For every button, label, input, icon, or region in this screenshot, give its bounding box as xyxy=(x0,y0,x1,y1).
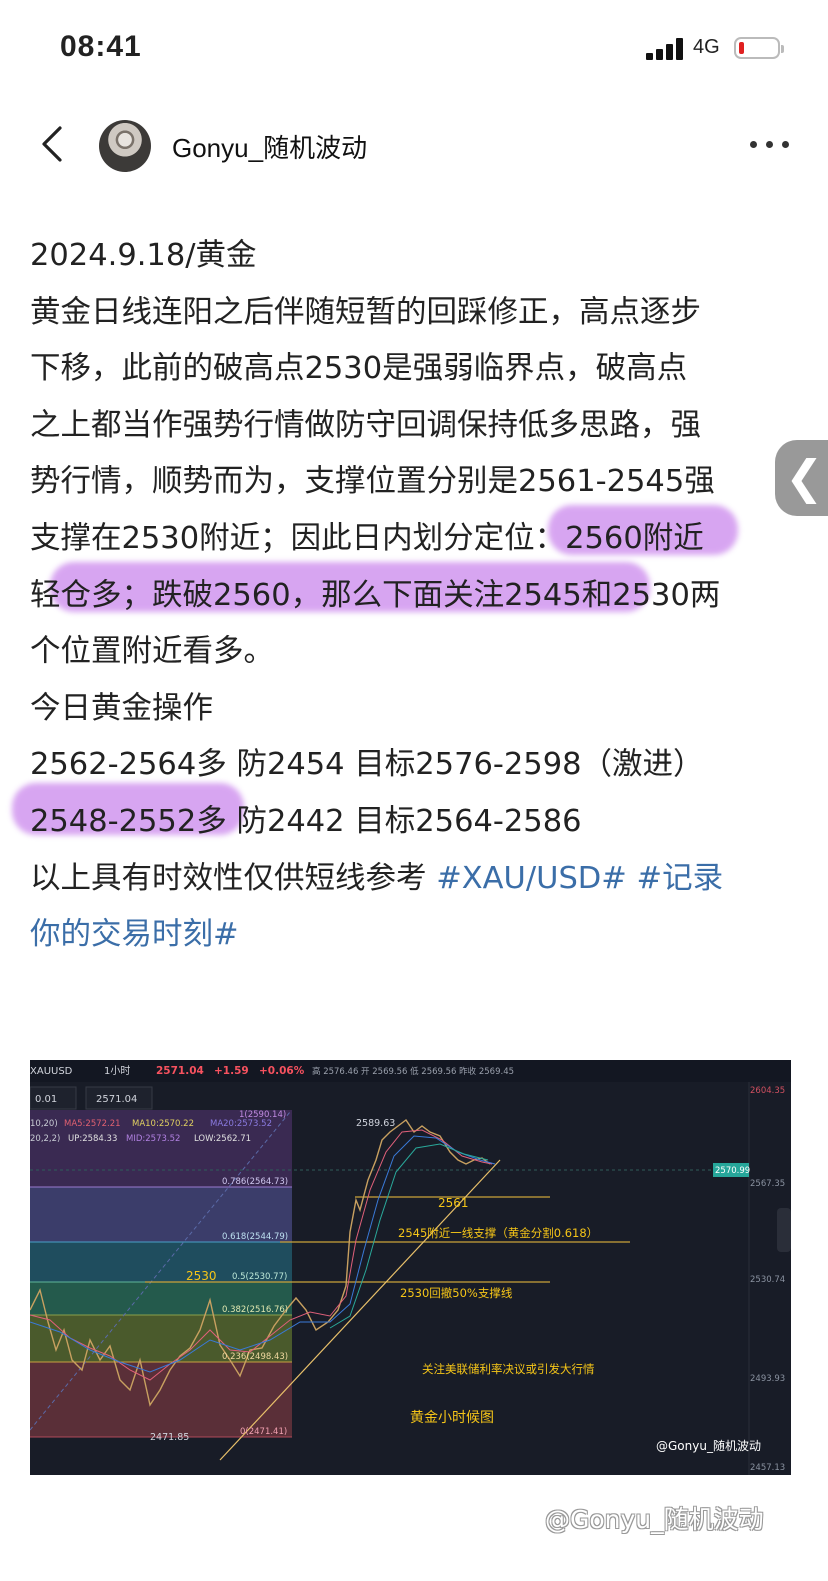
watermark: @Gonyu_随机波动 xyxy=(545,1505,764,1534)
fib-label: 0.618(2544.79) xyxy=(222,1232,288,1242)
fib-label: 0.236(2498.43) xyxy=(222,1352,288,1362)
annotation-fed: 关注美联储利率决议或引发大行情 xyxy=(422,1362,595,1376)
axis-label: 2567.35 xyxy=(750,1179,785,1189)
post-line: 黄金日线连阳之后伴随短暂的回踩修正，高点逐步 xyxy=(30,294,701,330)
chevron-left-icon xyxy=(42,126,62,162)
chart-svg: 2561 2545附近一线支撑（黄金分割0.618） 2530 2530回撤50… xyxy=(30,1060,791,1475)
fib-label: 0(2471.41) xyxy=(240,1427,287,1437)
hashtag-xauusd[interactable]: #XAU/USD# xyxy=(436,861,627,896)
axis-label: 2530.74 xyxy=(750,1275,785,1285)
avatar[interactable] xyxy=(99,120,151,172)
status-bar: 08:41 4G xyxy=(0,0,828,100)
post-line: 2562-2564多 防2454 目标2576-2598（激进） xyxy=(30,747,704,783)
axis-label: 2493.93 xyxy=(750,1374,785,1384)
hashtag-trade-moment[interactable]: #记录 xyxy=(637,861,724,896)
signal-icon xyxy=(646,38,686,60)
chart-screenshot[interactable]: 2561 2545附近一线支撑（黄金分割0.618） 2530 2530回撤50… xyxy=(30,1060,791,1475)
annotation-2530-support: 2530回撤50%支撑线 xyxy=(400,1286,513,1300)
fib-label: 0.382(2516.76) xyxy=(222,1305,288,1315)
boll-up: UP:2584.33 xyxy=(68,1134,117,1144)
annotation-2530: 2530 xyxy=(186,1269,217,1283)
low-label: 2471.85 xyxy=(150,1432,189,1443)
high-label: 2589.63 xyxy=(356,1118,395,1129)
quantity-input[interactable]: 0.01 xyxy=(35,1094,57,1105)
battery-icon xyxy=(734,37,784,59)
post-line: 支撑在2530附近；因此日内划分定位：2560附近 xyxy=(30,520,704,556)
chart-caption: 黄金小时候图 xyxy=(410,1409,494,1426)
axis-label: 2604.35 xyxy=(750,1086,785,1096)
boll-prefix: 20,2,2) xyxy=(30,1134,60,1144)
chart-symbol[interactable]: XAUUSD xyxy=(30,1066,73,1077)
post-line: 以上具有时效性仅供短线参考 #XAU/USD# #记录 xyxy=(30,851,800,908)
ma10-value: MA10:2570.22 xyxy=(132,1119,194,1129)
ma20-value: MA20:2573.52 xyxy=(210,1119,272,1129)
chart-change-pct: +0.06% xyxy=(259,1065,305,1077)
chart-price: 2571.04 xyxy=(156,1065,204,1077)
back-button[interactable] xyxy=(36,124,76,164)
chart-interval[interactable]: 1小时 xyxy=(104,1065,130,1077)
post-line: 2548-2552多 防2442 目标2564-2586 xyxy=(30,803,582,839)
ma-prefix: 10,20) xyxy=(30,1119,58,1129)
side-panel-handle[interactable]: ❮ xyxy=(775,440,828,516)
price-input[interactable]: 2571.04 xyxy=(96,1094,137,1105)
current-price-tag: 2570.99 xyxy=(715,1166,750,1176)
post-body: 2024.9.18/黄金 黄金日线连阳之后伴随短暂的回踩修正，高点逐步 下移，此… xyxy=(30,228,800,964)
post-line: 个位置附近看多。 xyxy=(30,634,274,670)
boll-mid: MID:2573.52 xyxy=(126,1134,180,1144)
more-options-button[interactable] xyxy=(748,134,792,154)
boll-low: LOW:2562.71 xyxy=(194,1134,251,1144)
post-line: 之上都当作强势行情做防守回调保持低多思路，强 xyxy=(30,407,701,443)
annotation-2561: 2561 xyxy=(438,1196,469,1210)
post-line: 今日黄金操作 xyxy=(30,690,213,726)
post-line-text: 以上具有时效性仅供短线参考 xyxy=(30,860,437,896)
chevron-left-icon: ❮ xyxy=(785,450,824,504)
chart-change: +1.59 xyxy=(214,1065,249,1077)
fib-label: 0.5(2530.77) xyxy=(232,1272,287,1282)
author-name[interactable]: Gonyu_随机波动 xyxy=(172,128,367,165)
chart-credit: @Gonyu_随机波动 xyxy=(656,1438,761,1453)
post-line: 你的交易时刻# xyxy=(30,907,800,964)
hashtag-trade-moment-cont[interactable]: 你的交易时刻# xyxy=(30,917,239,952)
post-line: 2024.9.18/黄金 xyxy=(30,238,257,273)
network-label: 4G xyxy=(693,36,720,58)
post-line: 下移，此前的破高点2530是强弱临界点，破高点 xyxy=(30,351,688,387)
chart-ohlc: 高 2576.46 开 2569.56 低 2569.56 昨收 2569.45 xyxy=(312,1066,514,1077)
post-line: 轻仓多；跌破2560，那么下面关注2545和2530两 xyxy=(30,577,721,613)
fib-label: 0.786(2564.73) xyxy=(222,1177,288,1187)
ma5-value: MA5:2572.21 xyxy=(64,1119,121,1129)
annotation-2545: 2545附近一线支撑（黄金分割0.618） xyxy=(398,1226,598,1240)
post-line: 势行情，顺势而为，支撑位置分别是2561-2545强 xyxy=(30,464,715,500)
axis-label: 2457.13 xyxy=(750,1463,785,1473)
status-time: 08:41 xyxy=(60,30,142,63)
